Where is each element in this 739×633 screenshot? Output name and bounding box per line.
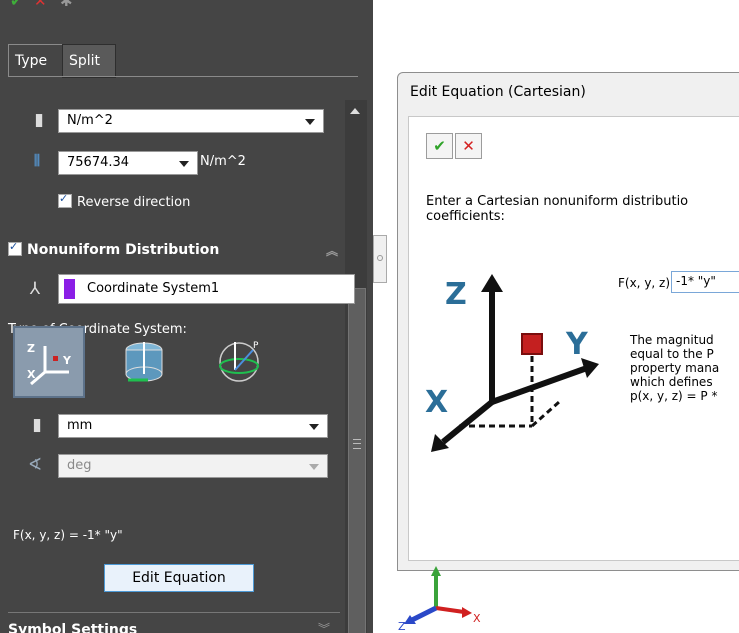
pressure-unit-select[interactable]: N/m^2 [58,109,324,133]
tab-split[interactable]: Split [62,44,116,78]
angle-unit-value: deg [67,458,92,473]
checkbox-checked-icon[interactable] [58,192,72,208]
cartesian-axes-diagram: Z Y X [425,274,599,452]
pressure-unit-value: N/m^2 [67,113,113,128]
pressure-value: 75674.34 [67,155,130,170]
unit-ruler-icon: ▮ [34,110,44,130]
coordinate-system-value: Coordinate System1 [87,281,220,296]
svg-text:Y: Y [62,354,72,367]
coordinate-system-swatch [64,279,75,299]
view-triad-icon: Z X [398,566,481,630]
cancel-button[interactable]: ✕ [455,133,482,159]
symbol-settings-header[interactable]: Symbol Settings [8,622,137,633]
collapse-chevron-icon[interactable]: ︽ [326,242,338,259]
spherical-coord-button[interactable]: P [203,326,275,398]
description-line: which defines [630,375,713,389]
edit-equation-dialog: Edit Equation (Cartesian) ✔ ✕ Enter a Ca… [397,72,739,571]
cartesian-axes-icon: Z Y X [27,342,72,386]
spherical-icon: P [219,341,259,382]
panel-collapse-handle[interactable] [373,235,387,283]
instruction-text: Enter a Cartesian nonuniform distributio… [426,194,739,224]
equation-text: F(x, y, z) = -1* "y" [13,528,123,542]
function-input[interactable]: -1* "y" [671,271,739,293]
length-unit-icon: ▮ [32,415,42,435]
svg-text:Z: Z [27,342,35,355]
chevron-down-icon [309,464,319,470]
instruction-line-1: Enter a Cartesian nonuniform distributio [426,194,689,209]
symbol-settings-title: Symbol Settings [8,622,138,633]
panel-top-toolbar: ✔ ✕ ✱ [0,0,120,14]
nonuniform-checkbox[interactable] [8,240,22,256]
dialog-title: Edit Equation (Cartesian) [410,84,586,100]
tab-divider [8,76,358,77]
description-line: The magnitud [630,333,714,347]
expand-chevron-icon[interactable]: ︾ [318,620,330,633]
cylindrical-icon [125,342,163,382]
pressure-icon: ⫼ [33,153,41,169]
coordinate-system-field[interactable]: Coordinate System1 [58,274,355,304]
dialog-body: ✔ ✕ Enter a Cartesian nonuniform distrib… [408,116,739,561]
pin-icon[interactable]: ✱ [60,0,73,10]
triad-label-z: Z [398,620,406,630]
triad-label-x: X [473,612,481,625]
reverse-direction-checkbox[interactable]: Reverse direction [58,192,191,210]
ok-icon[interactable]: ✔ [10,0,23,10]
svg-text:P: P [253,341,259,351]
length-unit-value: mm [67,418,93,433]
chevron-down-icon [309,424,319,430]
length-unit-select[interactable]: mm [58,414,328,438]
axis-label-y: Y [565,327,589,362]
angle-unit-icon: ∢ [27,455,43,475]
ok-button[interactable]: ✔ [426,133,453,159]
cartesian-coord-button[interactable]: Z Y X [13,326,85,398]
scroll-up-arrow-icon[interactable] [350,108,360,114]
cylindrical-coord-button[interactable] [108,326,180,398]
nonuniform-title: Nonuniform Distribution [27,242,220,258]
pressure-value-unit: N/m^2 [200,154,246,169]
cancel-icon[interactable]: ✕ [34,0,47,10]
coordinate-system-icon: ⅄ [29,279,41,299]
tab-type[interactable]: Type [8,44,70,77]
pressure-value-field[interactable]: 75674.34 [58,151,198,175]
panel-scrollbar[interactable] [345,100,367,633]
scrollbar-thumb[interactable] [348,288,366,633]
description-line: p(x, y, z) = P * [630,389,718,403]
chevron-down-icon [305,119,315,125]
instruction-line-2: coefficients: [426,209,505,224]
description-line: property mana [630,361,720,375]
property-manager-panel: ✔ ✕ ✱ Type Split ▮ N/m^2 ⫼ 75674.34 N/m^… [0,0,373,633]
description-line: equal to the P [630,347,714,361]
angle-unit-select: deg [58,454,328,478]
axis-label-x: X [425,385,448,420]
axis-label-z: Z [445,277,467,312]
reverse-direction-label: Reverse direction [77,195,191,210]
grip-icon [353,439,361,449]
section-divider [8,612,340,613]
nonuniform-distribution-header[interactable]: Nonuniform Distribution ︽ [8,240,340,264]
chevron-down-icon[interactable] [179,161,189,167]
edit-equation-button[interactable]: Edit Equation [104,564,254,592]
description-text: The magnitud equal to the P property man… [630,333,719,403]
svg-text:X: X [27,368,36,381]
